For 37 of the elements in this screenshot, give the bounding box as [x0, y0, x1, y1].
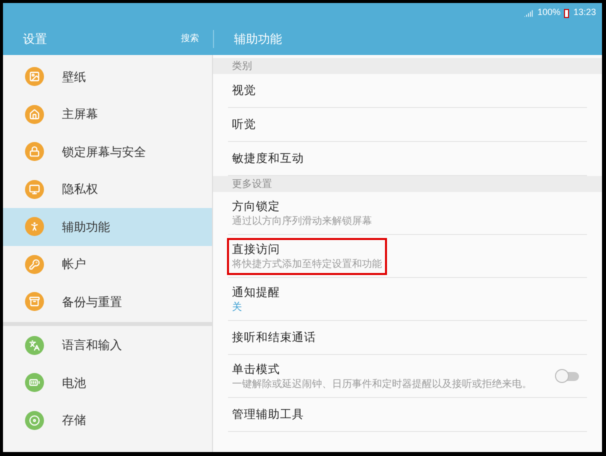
- battery-icon: [25, 373, 44, 392]
- header-title: 设置: [23, 31, 47, 48]
- battery-icon: [564, 8, 570, 18]
- setting-item[interactable]: 管理辅助工具: [227, 402, 309, 426]
- archive-icon: [25, 292, 44, 312]
- person-icon: [25, 217, 44, 236]
- sidebar-item[interactable]: 备份与重置: [3, 283, 212, 320]
- detail-title: 辅助功能: [233, 31, 282, 48]
- key-icon: [25, 254, 44, 274]
- language-icon: [25, 336, 44, 355]
- sidebar-item[interactable]: 电池: [3, 364, 212, 402]
- sidebar-item[interactable]: 存储: [3, 402, 212, 439]
- setting-item[interactable]: 视觉: [227, 78, 261, 102]
- setting-item[interactable]: 敏捷度和互动: [227, 146, 309, 170]
- setting-item[interactable]: 通知提醒 关: [227, 280, 285, 318]
- sidebar-item[interactable]: 帐户: [3, 246, 212, 283]
- sidebar-item[interactable]: 锁定屏幕与安全: [3, 133, 212, 170]
- sidebar-item[interactable]: 隐私权: [3, 170, 212, 208]
- home-icon: [25, 104, 44, 124]
- sidebar-item[interactable]: 辅助功能: [3, 208, 212, 246]
- setting-item[interactable]: 接听和结束通话: [227, 326, 321, 350]
- sidebar-item[interactable]: 语言和输入: [3, 326, 212, 364]
- monitor-icon: [25, 180, 44, 199]
- toggle-switch[interactable]: [557, 372, 579, 380]
- sidebar-item[interactable]: 主屏幕: [3, 96, 212, 133]
- clock-text: 13:23: [573, 6, 596, 20]
- section-header: 更多设置: [213, 176, 602, 192]
- sidebar-item[interactable]: 壁纸: [3, 58, 212, 96]
- setting-item[interactable]: 单击模式 一键解除或延迟闹钟、日历事件和定时器提醒以及接听或拒绝来电。: [227, 358, 537, 394]
- setting-item[interactable]: 方向锁定 通过以方向序列滑动来解锁屏幕: [227, 194, 377, 232]
- image-icon: [25, 67, 44, 86]
- setting-item[interactable]: 直接访问 将快捷方式添加至特定设置和功能: [227, 238, 387, 274]
- setting-item[interactable]: 听觉: [227, 112, 261, 136]
- section-header: 类别: [213, 58, 602, 74]
- signal-icon: [524, 8, 534, 18]
- lock-icon: [25, 142, 44, 162]
- battery-text: 100%: [537, 6, 560, 20]
